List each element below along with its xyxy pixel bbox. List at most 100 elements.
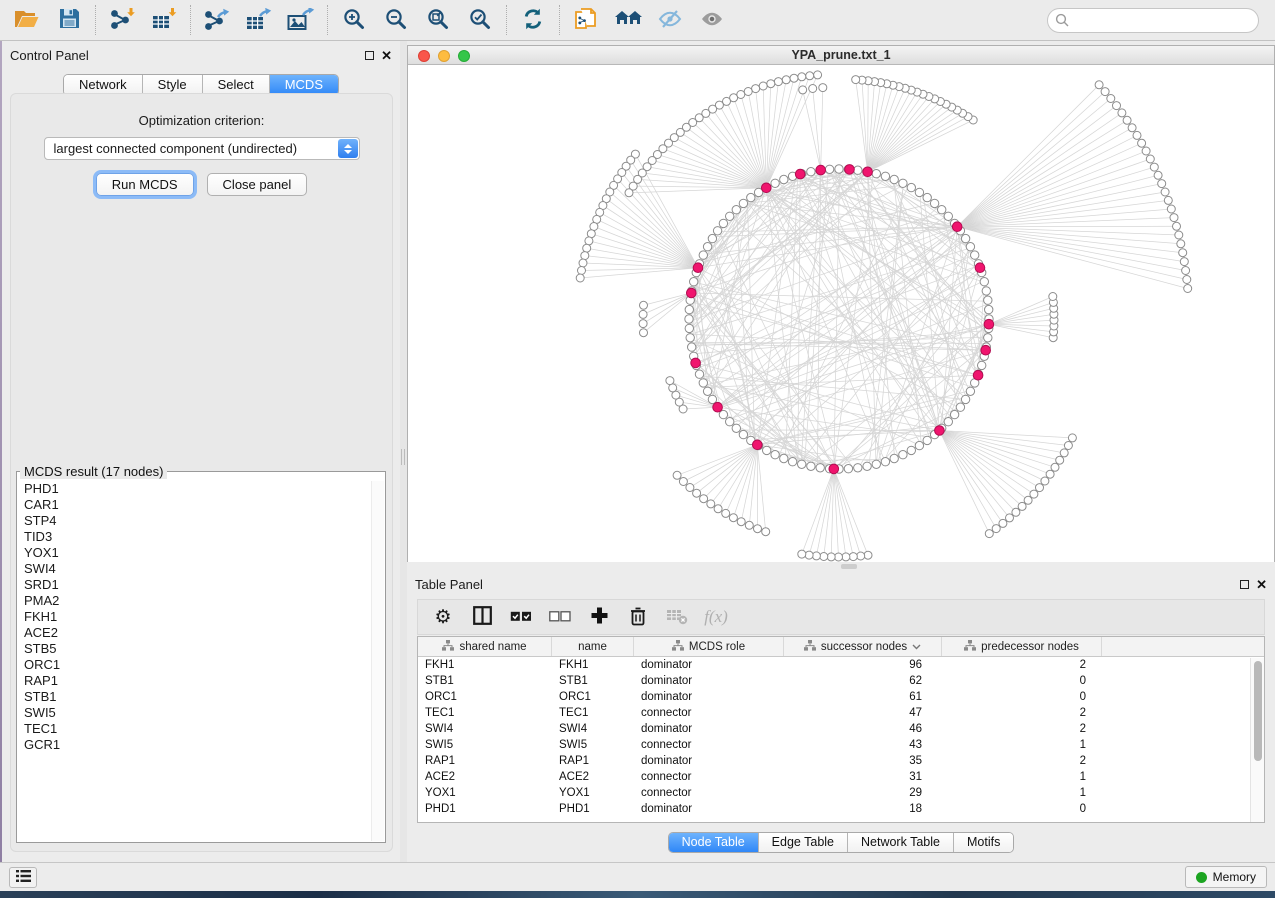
cell: STB1 <box>418 673 552 689</box>
table-row[interactable]: STB1STB1dominator620 <box>418 673 1264 689</box>
close-panel-button[interactable]: ✕ <box>381 49 392 62</box>
column-header-name[interactable]: name <box>552 637 634 656</box>
zoom-in-button[interactable] <box>333 4 375 36</box>
table-scrollbar[interactable] <box>1250 658 1264 822</box>
save-session-button[interactable] <box>48 4 90 36</box>
result-list-item[interactable]: SRD1 <box>18 577 371 593</box>
cell: SWI4 <box>552 721 634 737</box>
toggle-columns-button[interactable] <box>467 603 497 631</box>
import-table-button[interactable] <box>143 4 185 36</box>
result-list-item[interactable]: SWI5 <box>18 705 371 721</box>
select-all-columns-button[interactable] <box>506 603 536 631</box>
open-session-button[interactable] <box>6 4 48 36</box>
cell: 47 <box>784 705 942 721</box>
vertical-splitter[interactable] <box>400 41 407 862</box>
result-list-item[interactable]: GCR1 <box>18 737 371 753</box>
network-window-titlebar[interactable]: YPA_prune.txt_1 <box>408 46 1274 65</box>
table-row[interactable]: SWI5SWI5connector431 <box>418 737 1264 753</box>
tab-edge-table[interactable]: Edge Table <box>758 833 847 852</box>
cell: dominator <box>634 753 784 769</box>
result-list-item[interactable]: TEC1 <box>18 721 371 737</box>
delete-columns-button[interactable] <box>623 603 653 631</box>
cell: 43 <box>784 737 942 753</box>
result-list-item[interactable]: STP4 <box>18 513 371 529</box>
result-list-item[interactable]: FKH1 <box>18 609 371 625</box>
tab-style[interactable]: Style <box>142 75 202 95</box>
tab-network[interactable]: Network <box>64 75 142 95</box>
cell: ACE2 <box>552 769 634 785</box>
minimize-window-icon[interactable] <box>438 50 450 62</box>
tab-network-table[interactable]: Network Table <box>847 833 953 852</box>
float-table-panel-button[interactable] <box>1240 580 1249 589</box>
result-list-item[interactable]: RAP1 <box>18 673 371 689</box>
float-panel-button[interactable] <box>365 51 374 60</box>
function-builder-button[interactable]: f(x) <box>701 603 731 631</box>
unselect-all-columns-button[interactable] <box>545 603 575 631</box>
hide-eye-button[interactable] <box>649 4 691 36</box>
toolbar-separator <box>95 5 96 35</box>
zoom-fit-button[interactable] <box>417 4 459 36</box>
apply-layout-button[interactable] <box>512 4 554 36</box>
table-row[interactable]: ACE2ACE2connector311 <box>418 769 1264 785</box>
export-table-button[interactable] <box>238 4 280 36</box>
zoom-selected-button[interactable] <box>459 4 501 36</box>
result-list-item[interactable]: PHD1 <box>18 481 371 497</box>
column-label: predecessor nodes <box>981 641 1079 653</box>
table-row[interactable]: PHD1PHD1dominator180 <box>418 801 1264 817</box>
cell: 2 <box>942 753 1102 769</box>
table-scrollbar-thumb[interactable] <box>1254 661 1262 761</box>
column-header-predecessor-nodes[interactable]: predecessor nodes <box>942 637 1102 656</box>
zoom-out-button[interactable] <box>375 4 417 36</box>
table-row[interactable]: FKH1FKH1dominator962 <box>418 657 1264 673</box>
search-box <box>1047 8 1259 33</box>
splitter-grip-icon <box>401 449 405 465</box>
close-table-panel-button[interactable]: ✕ <box>1256 578 1267 591</box>
close-window-icon[interactable] <box>418 50 430 62</box>
result-list-item[interactable]: ORC1 <box>18 657 371 673</box>
cell: connector <box>634 769 784 785</box>
table-settings-button[interactable]: ⚙ <box>428 603 458 631</box>
table-row[interactable]: RAP1RAP1dominator352 <box>418 753 1264 769</box>
maximize-window-icon[interactable] <box>458 50 470 62</box>
result-list-item[interactable]: STB1 <box>18 689 371 705</box>
table-row[interactable]: SWI4SWI4dominator462 <box>418 721 1264 737</box>
main-toolbar <box>0 0 1275 41</box>
run-mcds-button[interactable]: Run MCDS <box>96 173 194 196</box>
result-list-item[interactable]: YOX1 <box>18 545 371 561</box>
add-column-button[interactable] <box>584 603 614 631</box>
column-header-shared-name[interactable]: shared name <box>418 637 552 656</box>
table-row[interactable]: TEC1TEC1connector472 <box>418 705 1264 721</box>
criterion-select[interactable]: largest connected component (undirected) <box>44 137 360 160</box>
double-home-button[interactable] <box>607 4 649 36</box>
save-session-icon <box>59 8 80 32</box>
result-list-item[interactable]: STB5 <box>18 641 371 657</box>
tab-select[interactable]: Select <box>202 75 269 95</box>
close-panel-action-button[interactable]: Close panel <box>207 173 308 196</box>
table-row[interactable]: ORC1ORC1dominator610 <box>418 689 1264 705</box>
delete-table-button[interactable] <box>662 603 692 631</box>
column-header-successor-nodes[interactable]: successor nodes <box>784 637 942 656</box>
export-image-button[interactable] <box>280 4 322 36</box>
export-network-button[interactable] <box>196 4 238 36</box>
chevron-down-icon[interactable] <box>912 641 921 653</box>
task-history-button[interactable] <box>9 867 37 888</box>
search-input[interactable] <box>1047 8 1259 33</box>
result-list-item[interactable]: SWI4 <box>18 561 371 577</box>
mcds-result-scrollbar[interactable] <box>371 481 384 841</box>
clone-network-button[interactable] <box>565 4 607 36</box>
tab-motifs[interactable]: Motifs <box>953 833 1013 852</box>
column-header-MCDS-role[interactable]: MCDS role <box>634 637 784 656</box>
horizontal-splitter[interactable] <box>407 562 1275 570</box>
tab-mcds[interactable]: MCDS <box>269 75 338 95</box>
show-eye-button[interactable] <box>691 4 733 36</box>
tab-node-table[interactable]: Node Table <box>669 833 758 852</box>
network-canvas[interactable] <box>408 65 1274 562</box>
mcds-result-list[interactable]: PHD1CAR1STP4TID3YOX1SWI4SRD1PMA2FKH1ACE2… <box>18 481 371 841</box>
result-list-item[interactable]: ACE2 <box>18 625 371 641</box>
import-network-button[interactable] <box>101 4 143 36</box>
memory-button[interactable]: Memory <box>1185 866 1267 888</box>
table-row[interactable]: YOX1YOX1connector291 <box>418 785 1264 801</box>
result-list-item[interactable]: CAR1 <box>18 497 371 513</box>
result-list-item[interactable]: PMA2 <box>18 593 371 609</box>
result-list-item[interactable]: TID3 <box>18 529 371 545</box>
